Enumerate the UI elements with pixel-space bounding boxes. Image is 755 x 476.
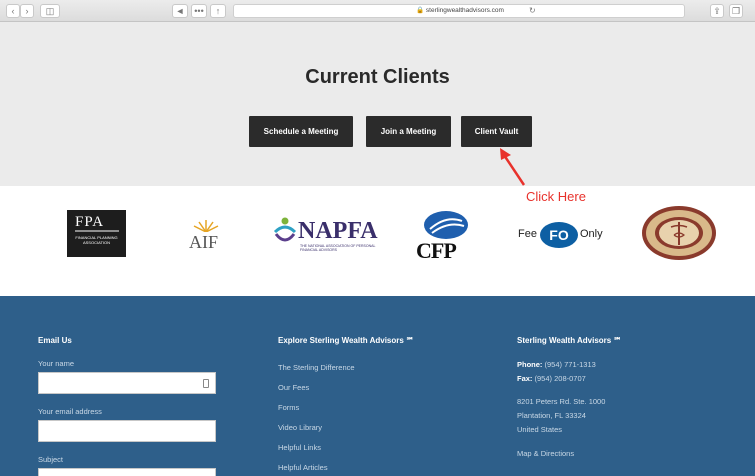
tabs-icon[interactable]: ❐	[729, 4, 743, 18]
fee-only-logo[interactable]: Fee FO Only	[518, 222, 608, 252]
sidebar-icon[interactable]: ◫	[40, 4, 60, 18]
footer-link-video-library[interactable]: Video Library	[278, 423, 322, 432]
cfp-logo[interactable]: CFP	[414, 209, 480, 263]
click-here-annotation: Click Here	[526, 189, 586, 204]
client-vault-button[interactable]: Client Vault	[461, 116, 532, 147]
cfp-flame-icon	[424, 211, 468, 239]
join-meeting-button[interactable]: Join a Meeting	[366, 116, 451, 147]
sunburst-icon	[193, 220, 219, 232]
address-bar[interactable]: 🔒 sterlingwealthadvisors.com ↻	[233, 4, 685, 18]
url-text: sterlingwealthadvisors.com	[425, 7, 504, 14]
forward-icon[interactable]: ›	[20, 4, 34, 18]
email-label: Your email address	[38, 407, 102, 416]
footer-link-helpful-articles[interactable]: Helpful Articles	[278, 463, 328, 472]
fax-line: Fax: (954) 208-0707	[517, 374, 586, 383]
password-icon[interactable]: •••	[191, 4, 207, 18]
schedule-meeting-button[interactable]: Schedule a Meeting	[249, 116, 353, 147]
footer-link-our-fees[interactable]: Our Fees	[278, 383, 309, 392]
share-icon[interactable]: ⇪	[710, 4, 724, 18]
address-line-2: Plantation, FL 33324	[517, 411, 586, 420]
accessibility-icon[interactable]: ↑	[210, 4, 226, 18]
napfa-logo[interactable]: NAPFA THE NATIONAL ASSOCIATION OF PERSON…	[272, 214, 387, 256]
email-input[interactable]	[38, 420, 216, 442]
back-icon[interactable]: ‹	[6, 4, 20, 18]
lock-icon: 🔒	[416, 7, 425, 14]
reload-icon[interactable]: ↻	[529, 5, 536, 17]
site-footer: Email Us Your name Your email address Su…	[0, 296, 755, 476]
email-us-title: Email Us	[38, 336, 72, 345]
footer-link-helpful-links[interactable]: Helpful Links	[278, 443, 321, 452]
name-label: Your name	[38, 359, 74, 368]
address-country: United States	[517, 425, 563, 434]
map-directions-link[interactable]: Map & Directions	[517, 449, 574, 458]
footer-link-sterling-difference[interactable]: The Sterling Difference	[278, 363, 355, 372]
page-title: Current Clients	[305, 66, 450, 88]
subject-input[interactable]	[38, 468, 216, 476]
subject-label: Subject	[38, 455, 64, 464]
annotation-arrow-icon	[500, 148, 526, 186]
napfa-figure-icon	[273, 217, 297, 242]
speaker-icon[interactable]: ◄	[172, 4, 188, 18]
contact-title: Sterling Wealth Advisors ℠	[517, 336, 622, 345]
fpa-logo[interactable]: FPA FINANCIAL PLANNING ASSOCIATION	[67, 210, 126, 257]
contact-card-icon	[203, 379, 209, 388]
name-input[interactable]	[38, 372, 216, 394]
phone-line: Phone: (954) 771-1313	[517, 360, 596, 369]
preferred-physician-seal-icon[interactable]	[641, 205, 717, 261]
footer-link-forms[interactable]: Forms	[278, 403, 299, 412]
hero-section: Current Clients Schedule a Meeting Join …	[0, 22, 755, 186]
aif-logo[interactable]: AIF	[185, 218, 235, 258]
address-line-1: 8201 Peters Rd. Ste. 1000	[517, 397, 606, 406]
explore-title: Explore Sterling Wealth Advisors ℠	[278, 336, 415, 345]
browser-toolbar: ‹ › ◫ ◄ ••• ↑ 🔒 sterlingwealthadvisors.c…	[0, 0, 755, 22]
